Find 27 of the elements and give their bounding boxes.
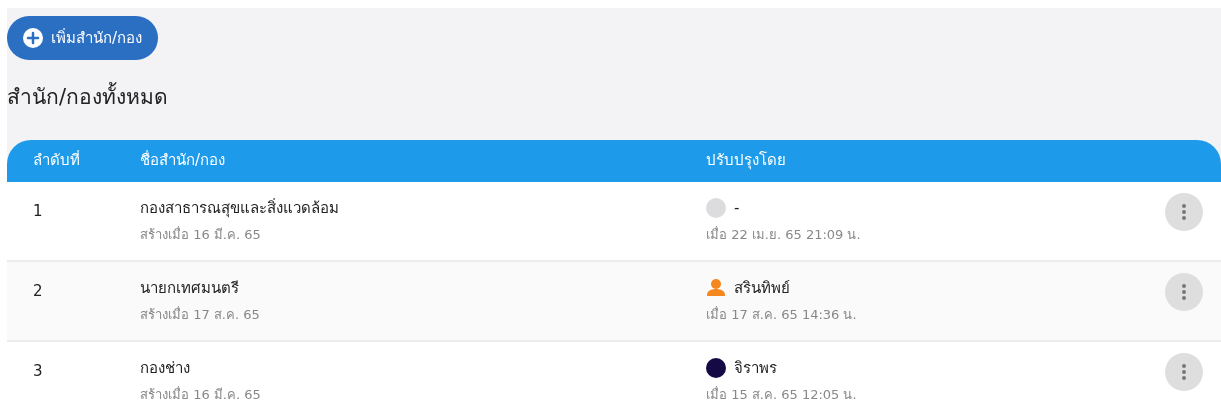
updater-name: - bbox=[734, 197, 740, 219]
plus-icon bbox=[23, 28, 43, 48]
updater-name: จิราพร bbox=[734, 357, 777, 379]
updated-date: เมื่อ 17 ส.ค. 65 14:36 น. bbox=[706, 305, 857, 324]
page-heading: สำนัก/กองทั้งหมด bbox=[7, 82, 169, 114]
add-button[interactable]: เพิ่มสำนัก/กอง bbox=[7, 16, 159, 60]
column-header: ชื่อสำนัก/กอง bbox=[140, 149, 227, 172]
updater-name: สรินทิพย์ bbox=[734, 277, 790, 299]
row-number: 2 bbox=[32, 280, 44, 302]
more-button[interactable] bbox=[1165, 352, 1203, 391]
created-date: สร้างเมื่อ 16 มี.ค. 65 bbox=[140, 385, 261, 404]
created-date: สร้างเมื่อ 16 มี.ค. 65 bbox=[140, 225, 261, 244]
more-icon bbox=[1182, 203, 1186, 220]
column-header: ลำดับที่ bbox=[32, 149, 81, 172]
created-date: สร้างเมื่อ 17 ส.ค. 65 bbox=[140, 305, 260, 324]
column-header: ปรับปรุงโดย bbox=[706, 150, 786, 172]
office-name: นายกเทศมนตรี bbox=[140, 277, 239, 299]
row-number: 3 bbox=[32, 360, 44, 382]
office-name: กองช่าง bbox=[140, 357, 190, 379]
updated-date: เมื่อ 22 เม.ย. 65 21:09 น. bbox=[706, 225, 861, 244]
more-icon bbox=[1182, 283, 1186, 300]
more-button[interactable] bbox=[1165, 192, 1203, 231]
office-name: กองสาธารณสุขและสิ่งแวดล้อม bbox=[140, 197, 339, 219]
updated-date: เมื่อ 15 ส.ค. 65 12:05 น. bbox=[706, 385, 857, 404]
more-button[interactable] bbox=[1165, 272, 1203, 311]
row-number: 1 bbox=[32, 200, 44, 222]
more-icon bbox=[1182, 363, 1186, 380]
